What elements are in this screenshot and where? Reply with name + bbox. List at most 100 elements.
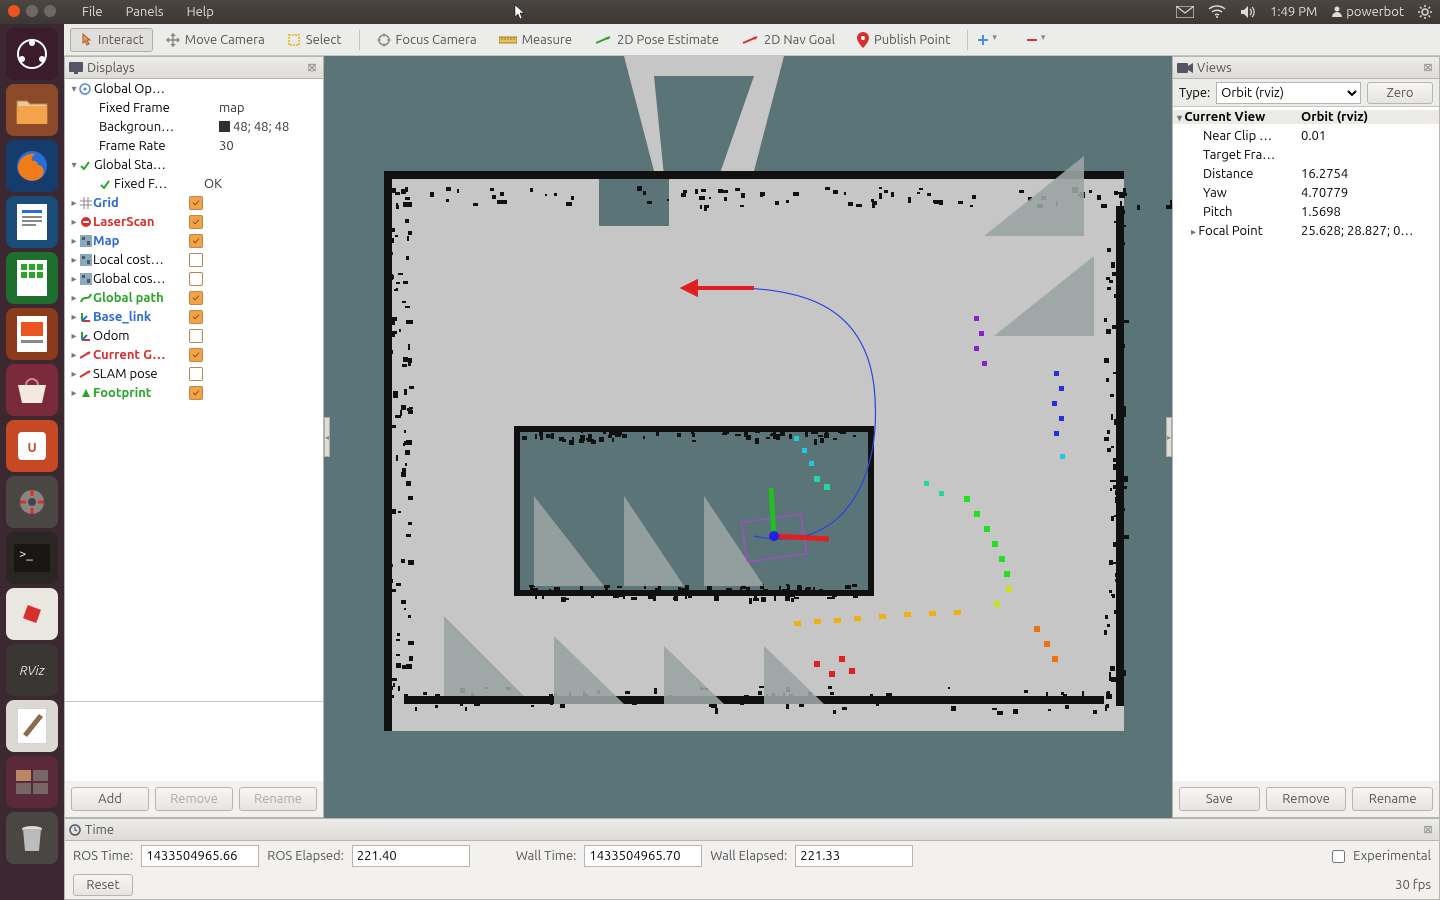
gear-icon[interactable] [1418,5,1432,19]
tool-move-camera[interactable]: Move Camera [157,28,274,52]
unity-launcher: U >_ RViz [0,24,64,900]
display-item-footprint[interactable]: ▸Footprint [65,383,323,402]
checkbox[interactable] [189,386,203,400]
display-item-globalcos[interactable]: ▸Global cos… [65,269,323,288]
launcher-ubuntu-one[interactable]: U [6,420,58,472]
tool-2d-nav-goal[interactable]: 2D Nav Goal [732,28,844,52]
launcher-rviz[interactable]: RViz [6,644,58,696]
ros-time-field[interactable] [141,845,259,867]
description-box [65,701,323,781]
tool-select[interactable]: Select [278,28,351,52]
checkbox[interactable] [189,272,203,286]
rviz-toolbar: Interact Move Camera Select Focus Camera… [64,24,1440,56]
checkbox[interactable] [189,253,203,267]
displays-tree[interactable]: ▾Global Op… Fixed Framemap Backgroun…48;… [65,79,323,701]
display-item-grid[interactable]: ▸Grid [65,193,323,212]
launcher-files[interactable] [6,84,58,136]
view-property[interactable]: Yaw4.70779 [1173,183,1439,202]
time-panel: Time ⊠ ROS Time: ROS Elapsed: Wall Time:… [64,818,1440,900]
zero-button[interactable]: Zero [1367,82,1433,104]
experimental-label: Experimental [1353,849,1431,863]
ros-elapsed-field[interactable] [352,845,470,867]
launcher-writer[interactable] [6,196,58,248]
system-menubar: File Panels Help 1:49 PM powerbot [0,0,1440,24]
display-item-globalpath[interactable]: ▸Global path [65,288,323,307]
sound-icon[interactable] [1240,5,1256,19]
launcher-impress[interactable] [6,308,58,360]
launcher-dash[interactable] [6,28,58,80]
launcher-gazebo[interactable] [6,588,58,640]
display-item-baselink[interactable]: ▸Base_link [65,307,323,326]
launcher-terminal[interactable]: >_ [6,532,58,584]
save-button[interactable]: Save [1179,787,1260,811]
menu-file[interactable]: File [82,5,103,19]
add-button[interactable]: Add [71,787,149,811]
time-title: Time [85,823,114,837]
display-item-laserscan[interactable]: ▸LaserScan [65,212,323,231]
menu-panels[interactable]: Panels [126,5,164,19]
window-buttons[interactable] [8,5,62,20]
view-type-select[interactable]: Orbit (rviz) [1216,82,1361,104]
wall-time-field[interactable] [584,845,702,867]
add-icon[interactable] [976,33,990,47]
launcher-software[interactable] [6,364,58,416]
checkbox[interactable] [189,367,203,381]
wifi-icon[interactable] [1208,5,1226,19]
reset-button[interactable]: Reset [73,874,133,896]
launcher-firefox[interactable] [6,140,58,192]
views-panel: Views ⊠ Type: Orbit (rviz) Zero ▾ Curren… [1172,56,1440,818]
display-item-odom[interactable]: ▸Odom [65,326,323,345]
view-property[interactable]: Distance16.2754 [1173,164,1439,183]
menu-help[interactable]: Help [187,5,214,19]
app-menu[interactable]: File Panels Help [72,5,224,19]
close-icon[interactable]: ⊠ [1421,823,1435,837]
experimental-checkbox[interactable] [1332,850,1345,863]
checkbox[interactable] [189,234,203,248]
view-property[interactable]: Target Fra… [1173,145,1439,164]
launcher-settings[interactable] [6,476,58,528]
checkbox[interactable] [189,310,203,324]
tool-interact[interactable]: Interact [70,28,153,52]
launcher-workspace[interactable] [6,756,58,808]
tool-2d-pose-estimate[interactable]: 2D Pose Estimate [585,28,728,52]
checkbox[interactable] [189,196,203,210]
launcher-calc[interactable] [6,252,58,304]
checkbox[interactable] [189,291,203,305]
camera-icon [1177,62,1193,74]
checkbox[interactable] [189,329,203,343]
displays-icon [69,62,83,74]
remove-button[interactable]: Remove [155,787,233,811]
cursor-icon [514,4,526,20]
close-icon[interactable]: ⊠ [1421,61,1435,75]
close-icon[interactable]: ⊠ [305,61,319,75]
display-item-slampose[interactable]: ▸SLAM pose [65,364,323,383]
display-item-currentg[interactable]: ▸Current G… [65,345,323,364]
rename-button[interactable]: Rename [1352,787,1433,811]
checkbox[interactable] [189,348,203,362]
view-property[interactable]: ▸ Focal Point25.628; 28.827; 0… [1173,221,1439,240]
views-title: Views [1197,61,1232,75]
remove-button[interactable]: Remove [1266,787,1347,811]
checkbox[interactable] [189,215,203,229]
wall-time-label: Wall Time: [516,849,577,863]
ros-elapsed-label: ROS Elapsed: [267,849,344,863]
view-property[interactable]: Pitch1.5698 [1173,202,1439,221]
tool-focus-camera[interactable]: Focus Camera [368,28,486,52]
user-menu[interactable]: powerbot [1331,5,1404,19]
launcher-trash[interactable] [6,812,58,864]
rename-button[interactable]: Rename [239,787,317,811]
view-property[interactable]: Near Clip …0.01 [1173,126,1439,145]
mail-icon[interactable] [1176,6,1194,18]
svg-text:RViz: RViz [20,664,46,678]
3d-viewport[interactable]: ◂ ▸ [324,56,1172,818]
display-item-localcost[interactable]: ▸Local cost… [65,250,323,269]
views-tree[interactable]: ▾ Current ViewOrbit (rviz) Near Clip …0.… [1173,107,1439,781]
tool-publish-point[interactable]: Publish Point [848,28,959,52]
wall-elapsed-field[interactable] [795,845,913,867]
clock[interactable]: 1:49 PM [1270,5,1317,19]
display-item-map[interactable]: ▸Map [65,231,323,250]
remove-icon[interactable] [1025,33,1039,47]
ros-time-label: ROS Time: [73,849,133,863]
launcher-editor[interactable] [6,700,58,752]
tool-measure[interactable]: Measure [490,28,581,52]
